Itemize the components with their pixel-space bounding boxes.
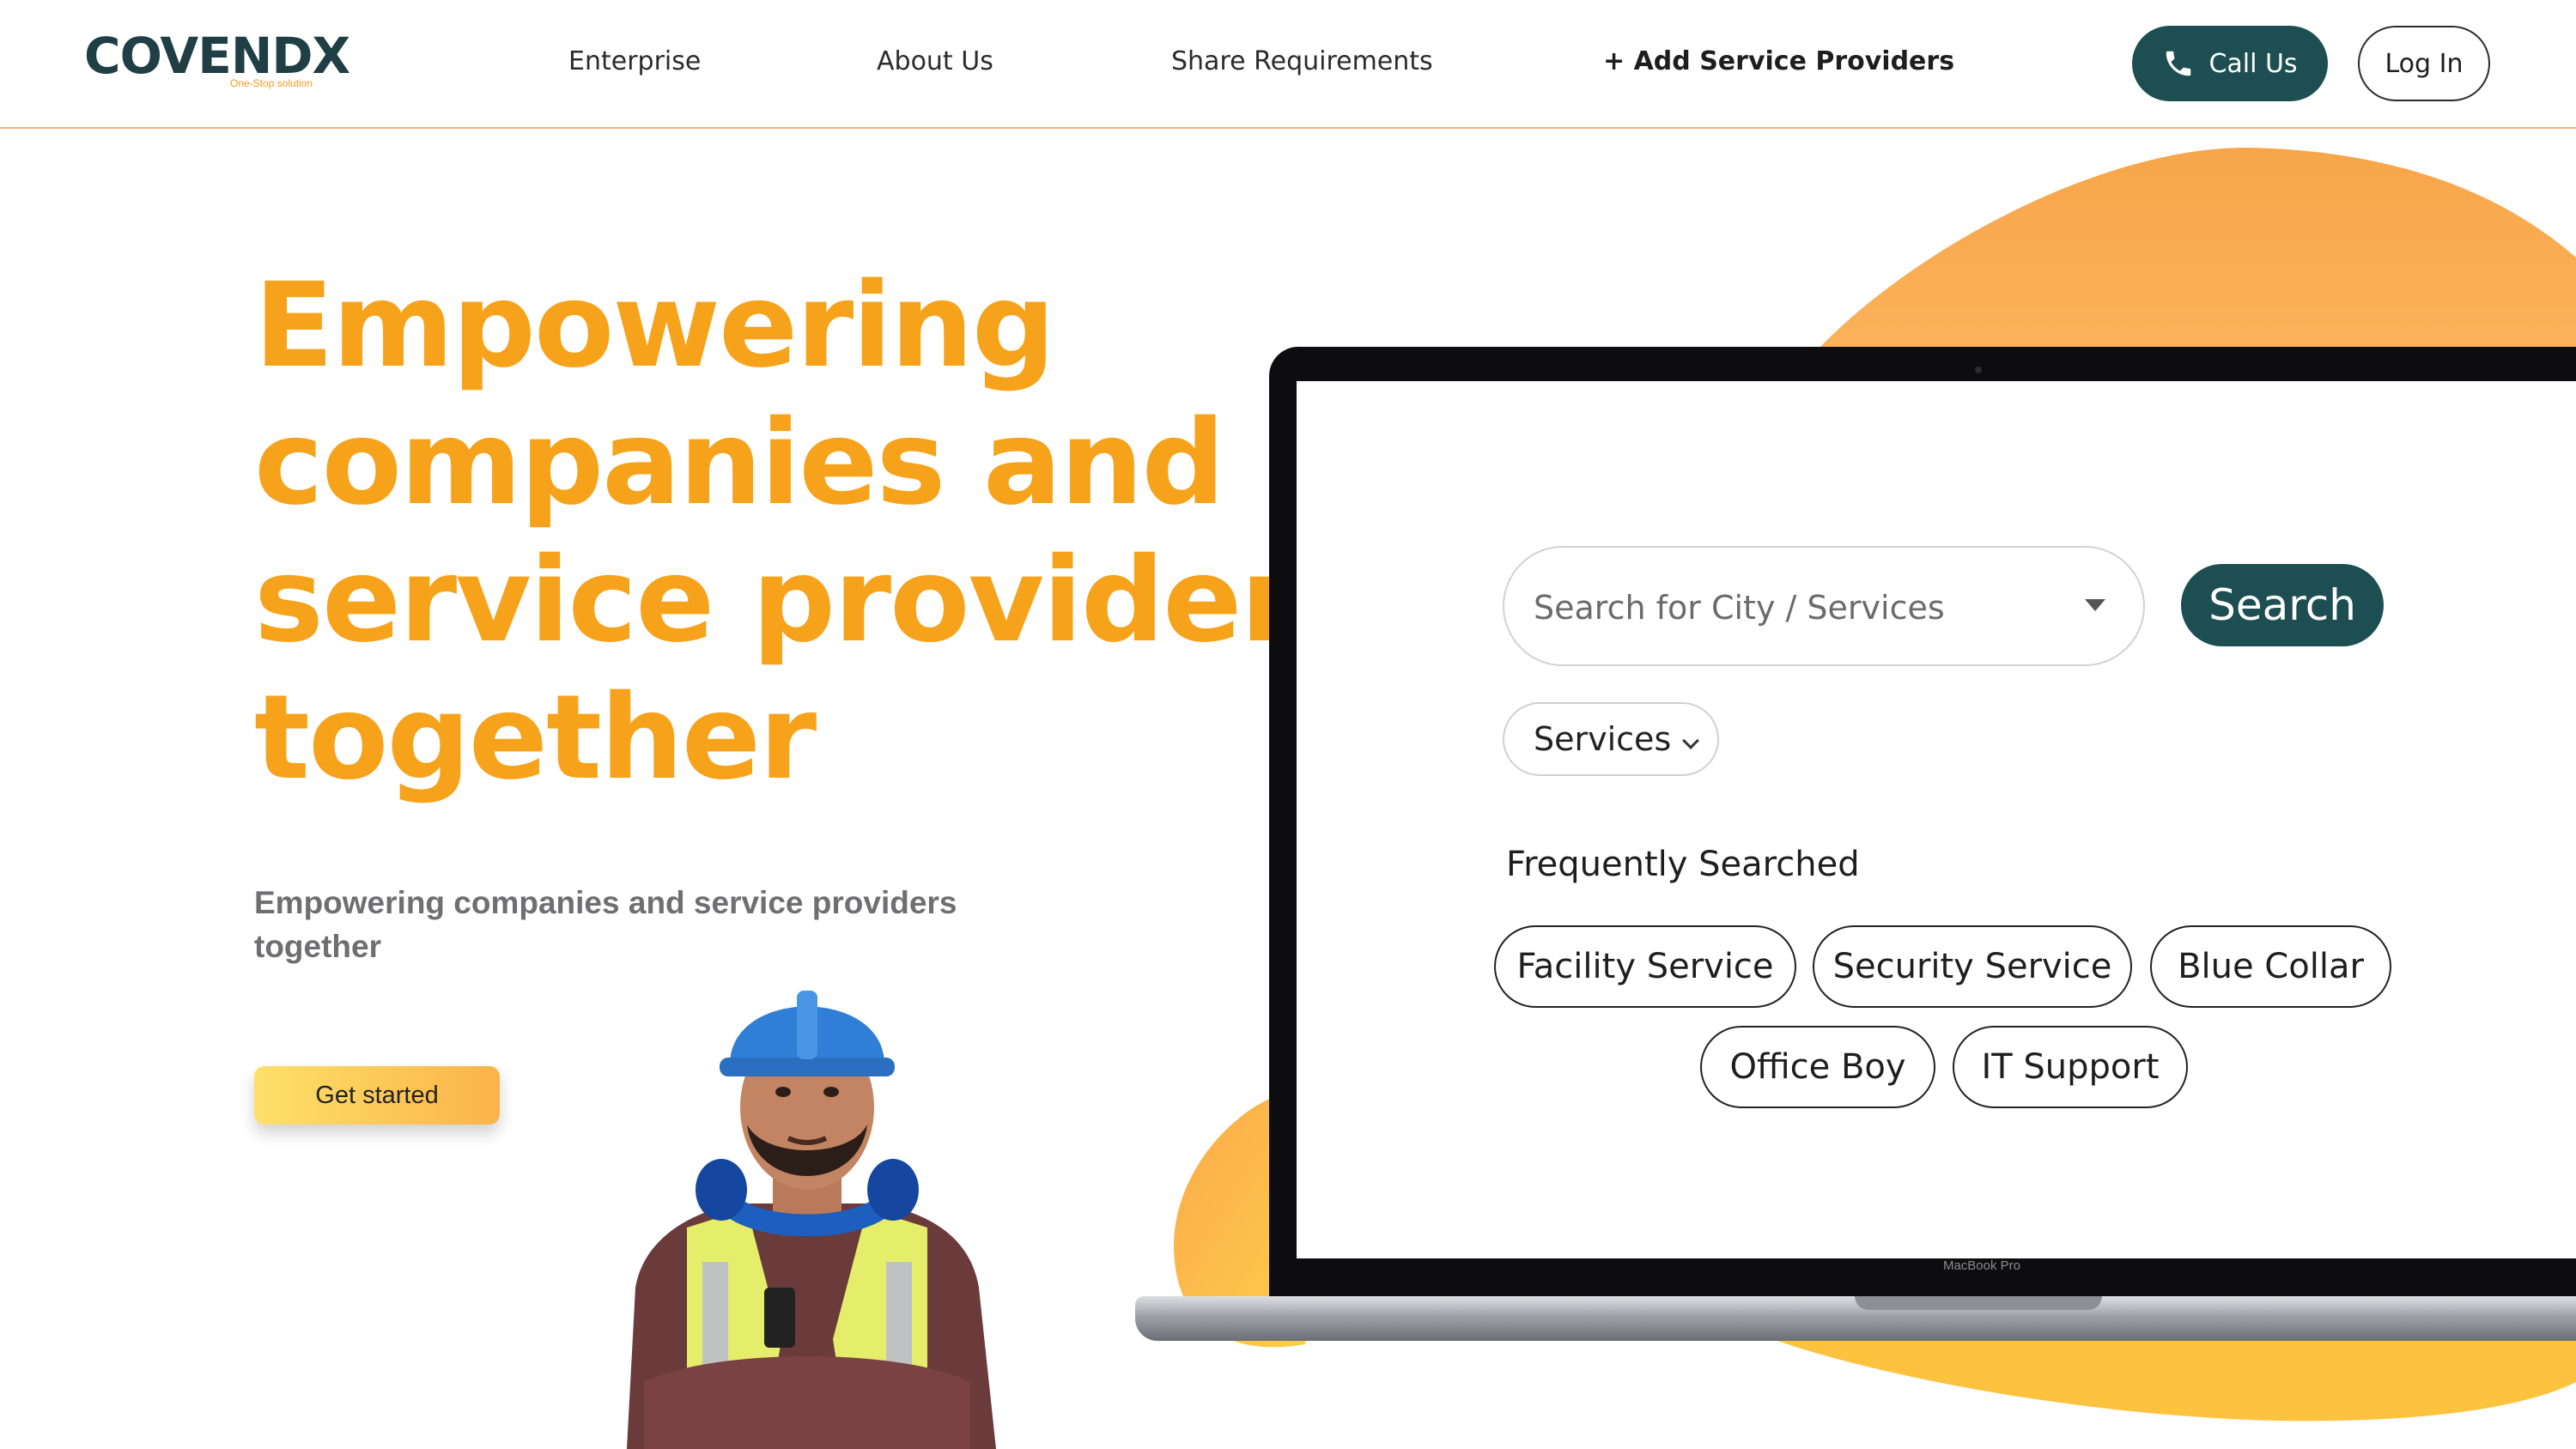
covendx-logo[interactable]: COVENDX One-Stop solution [84,26,350,94]
search-field[interactable] [1503,546,2145,666]
laptop-screen [1297,381,2576,1258]
phone-icon [2166,51,2191,76]
services-select[interactable]: Services [1503,702,1719,776]
chip-security-service[interactable]: Security Service [1813,925,2132,1008]
nav-about-us[interactable]: About Us [877,45,993,79]
laptop-notch [1855,1296,2102,1310]
hero-title-line: Empowering [254,258,1055,394]
hero-title-line: service providers [254,533,1365,669]
nav-add-service-providers[interactable]: + Add Service Providers [1603,45,1954,79]
get-started-button[interactable]: Get started [254,1066,500,1125]
logo-tagline: One-Stop solution [230,77,313,89]
search-button[interactable]: Search [2181,564,2384,646]
frequently-searched-title: Frequently Searched [1506,845,1860,884]
call-us-button[interactable]: Call Us [2132,26,2328,101]
call-us-label: Call Us [2208,48,2298,79]
site-header: COVENDX One-Stop solution Enterprise Abo… [0,0,2576,129]
laptop-camera [1975,367,1982,373]
chip-facility-service[interactable]: Facility Service [1494,925,1796,1008]
chip-blue-collar[interactable]: Blue Collar [2150,925,2391,1008]
laptop-base [1135,1296,2576,1341]
dropdown-caret-icon[interactable] [2085,599,2105,611]
laptop-model-label: MacBook Pro [1942,1258,2021,1273]
worker-illustration [627,991,996,1449]
search-input[interactable] [1534,579,2066,637]
log-in-button[interactable]: Log In [2358,26,2490,101]
services-select-value: Services [1534,720,1672,758]
chip-it-support[interactable]: IT Support [1953,1026,2188,1108]
hero-title: Empowering companies and service provide… [254,258,1365,807]
chevron-down-icon [1682,732,1699,749]
nav-share-requirements[interactable]: Share Requirements [1171,45,1433,79]
hero-subtitle: Empowering companies and service provide… [254,885,957,964]
hero-title-line: together [254,670,817,806]
nav-enterprise[interactable]: Enterprise [568,45,701,79]
hero-title-line: companies and [254,396,1225,531]
chip-office-boy[interactable]: Office Boy [1700,1026,1935,1108]
